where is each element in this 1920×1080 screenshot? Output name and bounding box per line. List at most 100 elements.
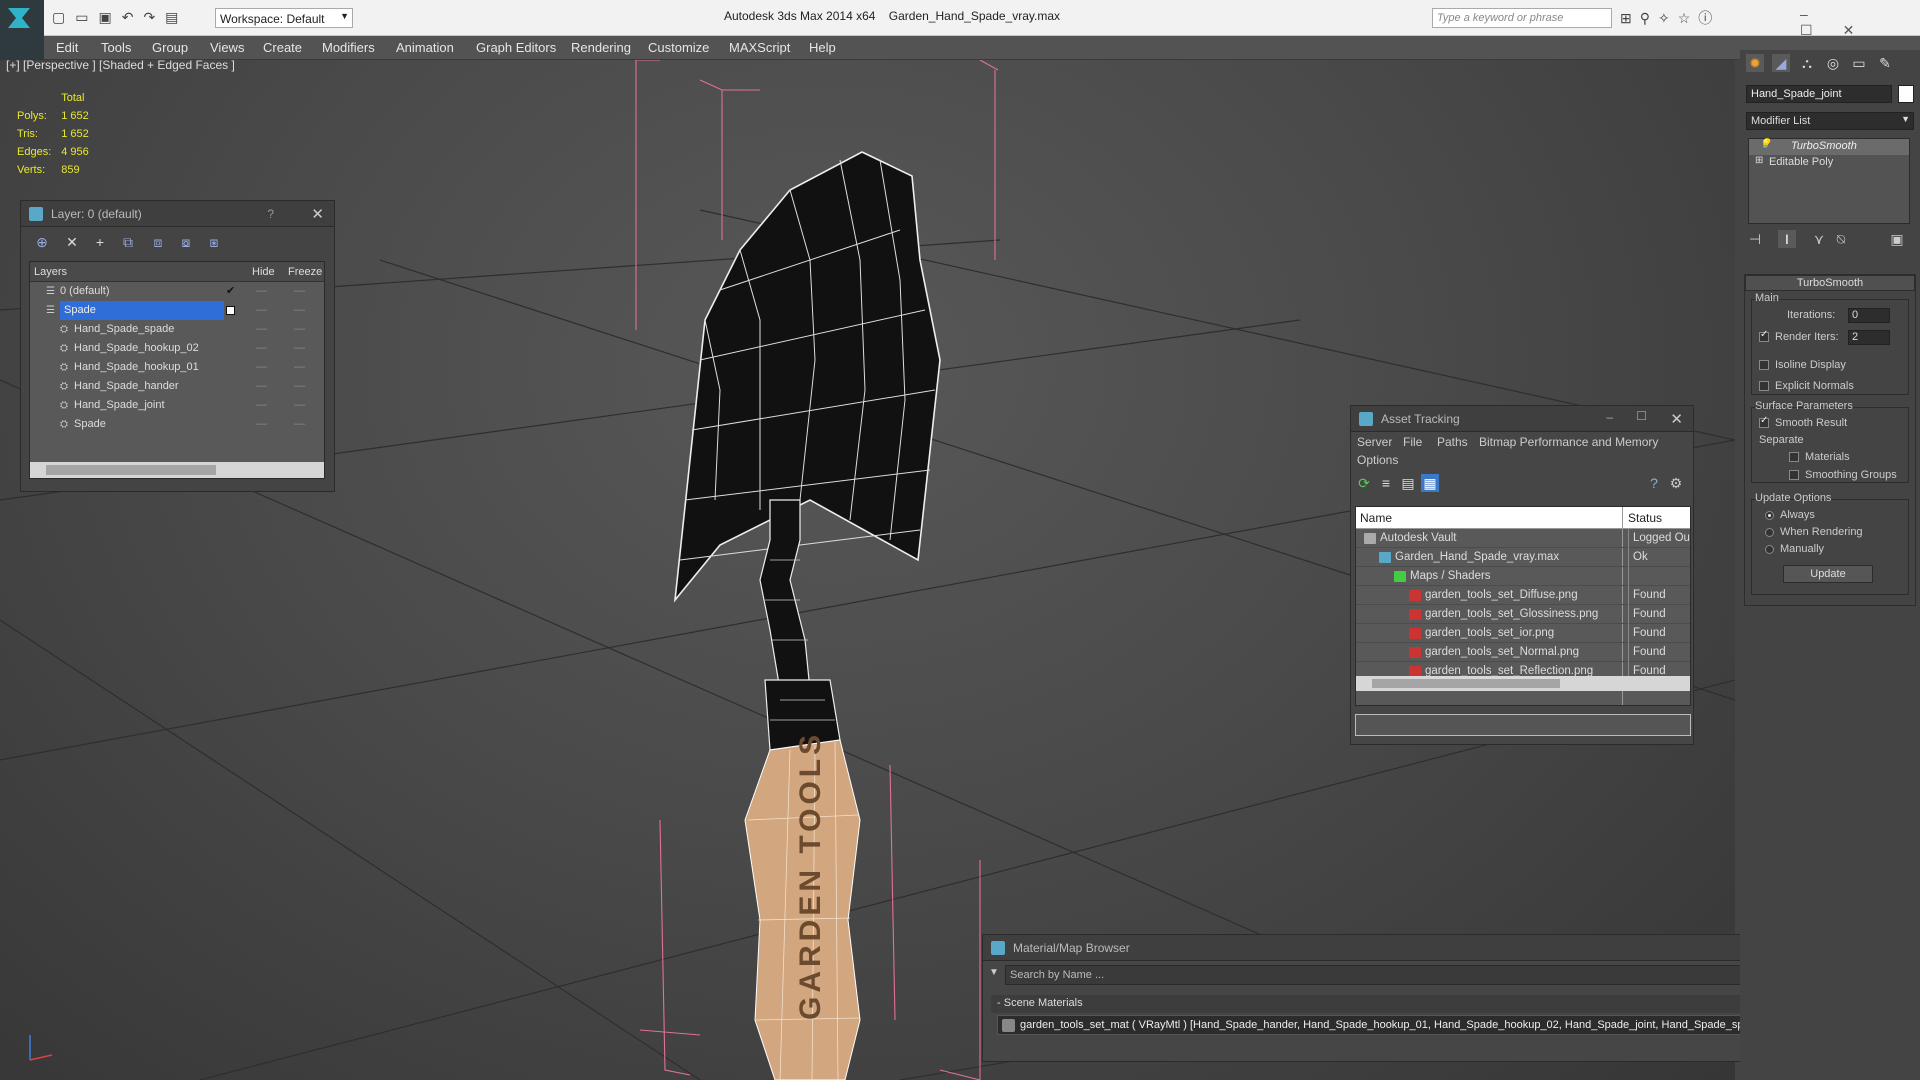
column-hide[interactable]: Hide [252,262,275,282]
hide-toggle[interactable]: — [256,301,267,320]
menu-create[interactable]: Create [263,40,302,55]
menu-tools[interactable]: Tools [101,40,131,55]
rollout-header[interactable]: TurboSmooth [1745,275,1915,291]
asset-menu-paths[interactable]: Paths [1437,435,1468,449]
project-icon[interactable]: ▤ [165,9,188,25]
menu-help[interactable]: Help [809,40,836,55]
freeze-toggle[interactable]: — [294,377,305,396]
utilities-tab-icon[interactable]: ✎ [1876,54,1894,72]
material-item[interactable]: garden_tools_set_mat ( VRayMtl ) [Hand_S… [997,1015,1824,1035]
asset-menu-file[interactable]: File [1403,435,1422,449]
menu-animation[interactable]: Animation [396,40,454,55]
redo-icon[interactable]: ↷ [143,9,165,25]
render-iters-checkbox[interactable] [1759,329,1769,343]
hide-toggle[interactable]: — [256,282,267,301]
layer-row[interactable]: ⛭ Hand_Spade_spade — — [30,320,324,339]
update-button[interactable]: Update [1783,565,1873,583]
communication-icon[interactable]: ✧ [1658,10,1678,26]
freeze-toggle[interactable]: — [294,282,305,301]
create-layer-icon[interactable]: ⊕ [33,233,51,251]
layer-hscrollbar[interactable] [30,462,324,478]
layer-row[interactable]: ⛭ Hand_Spade_hookup_01 — — [30,358,324,377]
hide-all-icon[interactable]: ⧇ [177,233,195,251]
menu-customize[interactable]: Customize [648,40,709,55]
always-radio[interactable] [1765,510,1774,520]
when-rendering-radio[interactable] [1765,527,1774,537]
table-view-icon[interactable]: ▦ [1421,474,1439,492]
maximize-icon[interactable]: ☐ [1636,409,1647,423]
help-icon[interactable]: ? [267,207,274,221]
asset-row[interactable]: garden_tools_set_Normal.png Found [1356,643,1690,662]
delete-layer-icon[interactable]: ✕ [63,233,81,251]
material-search-input[interactable]: Search by Name ... [1005,965,1839,985]
search-box[interactable]: Type a keyword or phrase [1432,8,1612,28]
explicit-normals-checkbox[interactable] [1759,381,1769,392]
folder-view-icon[interactable]: ▤ [1399,474,1417,492]
hide-toggle[interactable]: — [256,320,267,339]
new-file-icon[interactable]: ▢ [52,9,75,25]
layer-row[interactable]: ⛭ Hand_Spade_joint — — [30,396,324,415]
viewport-label[interactable]: [+] [Perspective ] [Shaded + Edged Faces… [6,58,235,72]
lightbulb-icon[interactable]: 💡 [1759,139,1771,150]
asset-row[interactable]: garden_tools_set_Diffuse.png Found [1356,586,1690,605]
close-icon[interactable]: ✕ [311,205,324,223]
object-color-swatch[interactable] [1898,85,1914,103]
render-iters-spinner[interactable]: 2 [1848,330,1890,345]
menu-edit[interactable]: Edit [56,40,78,55]
settings-icon[interactable]: ⚙ [1667,474,1685,492]
active-layer-check-icon[interactable]: ✔ [226,282,235,301]
material-browser-title-bar[interactable]: Material/Map Browser ✕ [983,935,1857,961]
help-icon[interactable]: ⓘ [1698,10,1720,26]
hierarchy-tab-icon[interactable]: ⛬ [1798,54,1816,72]
undo-icon[interactable]: ↶ [122,9,144,25]
favorites-icon[interactable]: ☆ [1678,10,1699,26]
scroll-thumb[interactable] [1372,679,1560,688]
app-logo[interactable] [0,0,44,36]
stack-item-turbosmooth[interactable]: 💡 TurboSmooth [1749,139,1909,155]
highlight-layer-icon[interactable]: ⧈ [149,233,167,251]
menu-modifiers[interactable]: Modifiers [322,40,375,55]
minimize-icon[interactable]: – [1606,410,1613,424]
list-view-icon[interactable]: ≡ [1377,474,1395,492]
asset-menu-bitmap[interactable]: Bitmap Performance and Memory [1479,435,1658,449]
binoculars-icon[interactable]: ⊞ [1620,10,1640,26]
close-icon[interactable]: ✕ [1670,410,1683,428]
asset-row[interactable]: Autodesk Vault Logged Ou [1356,529,1690,548]
freeze-toggle[interactable]: — [294,301,305,320]
iterations-spinner[interactable]: 0 [1848,308,1890,323]
active-layer-box-icon[interactable] [226,306,235,315]
display-tab-icon[interactable]: ▭ [1850,54,1868,72]
modifier-list-dropdown[interactable]: Modifier List ▼ [1746,112,1914,130]
layer-row[interactable]: ⛭ Hand_Spade_hander — — [30,377,324,396]
key-icon[interactable]: ⚲ [1640,10,1658,26]
menu-graph-editors[interactable]: Graph Editors [476,40,556,55]
freeze-toggle[interactable]: — [294,415,305,434]
column-layers[interactable]: Layers [34,262,67,282]
filter-dropdown-icon[interactable]: ▼ [989,967,999,978]
column-freeze[interactable]: Freeze [288,262,322,282]
expand-icon[interactable]: ⊞ [1755,155,1763,166]
object-name-field[interactable]: Hand_Spade_joint [1746,85,1892,103]
freeze-toggle[interactable]: — [294,358,305,377]
open-file-icon[interactable]: ▭ [75,9,98,25]
freeze-toggle[interactable]: — [294,396,305,415]
layer-row[interactable]: ⛭ Hand_Spade_hookup_02 — — [30,339,324,358]
menu-maxscript[interactable]: MAXScript [729,40,790,55]
freeze-toggle[interactable]: — [294,320,305,339]
menu-views[interactable]: Views [210,40,244,55]
hide-toggle[interactable]: — [256,415,267,434]
add-to-layer-icon[interactable]: + [91,233,109,251]
scroll-thumb[interactable] [46,465,216,475]
layer-row[interactable]: ⛭ Spade — — [30,415,324,434]
select-objects-icon[interactable]: ⧉ [119,233,137,251]
pin-stack-icon[interactable]: ⊣ [1746,230,1764,248]
hide-toggle[interactable]: — [256,339,267,358]
menu-rendering[interactable]: Rendering [571,40,631,55]
scene-materials-section[interactable]: - Scene Materials [991,995,1839,1013]
minimize-icon[interactable]: – [1800,6,1838,22]
materials-checkbox[interactable] [1789,452,1799,463]
asset-panel-title-bar[interactable]: Asset Tracking – ☐ ✕ [1351,406,1693,432]
asset-row[interactable]: garden_tools_set_Glossiness.png Found [1356,605,1690,624]
freeze-all-icon[interactable]: ⧆ [205,233,223,251]
layer-panel-title-bar[interactable]: Layer: 0 (default) ? ✕ [21,201,334,227]
